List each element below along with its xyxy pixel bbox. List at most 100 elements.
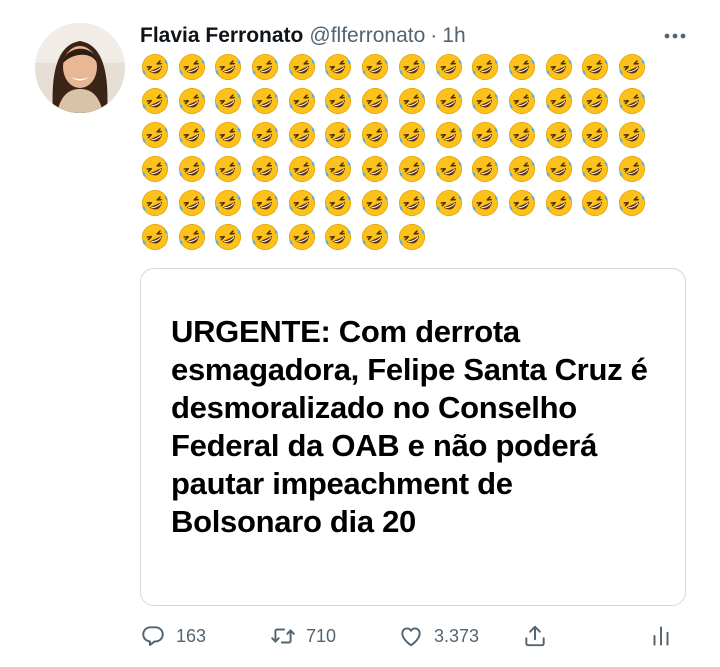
rolling-on-the-floor-laughing-emoji [287,154,324,184]
rolling-on-the-floor-laughing-emoji [140,86,177,116]
tweet-timestamp[interactable]: 1h [442,24,465,48]
rolling-on-the-floor-laughing-emoji [213,154,250,184]
rolling-on-the-floor-laughing-emoji [250,154,287,184]
rolling-on-the-floor-laughing-emoji [140,120,177,150]
rolling-on-the-floor-laughing-emoji [470,154,507,184]
rolling-on-the-floor-laughing-emoji [544,86,581,116]
rolling-on-the-floor-laughing-emoji [544,120,581,150]
rolling-on-the-floor-laughing-emoji [323,222,360,252]
rolling-on-the-floor-laughing-emoji [507,154,544,184]
rolling-on-the-floor-laughing-emoji [397,188,434,218]
rolling-on-the-floor-laughing-emoji [360,120,397,150]
rolling-on-the-floor-laughing-emoji [580,154,617,184]
rolling-on-the-floor-laughing-emoji [177,188,214,218]
rolling-on-the-floor-laughing-emoji [544,154,581,184]
retweet-count: 710 [306,625,337,646]
rolling-on-the-floor-laughing-emoji [250,120,287,150]
rolling-on-the-floor-laughing-emoji [177,86,214,116]
rolling-on-the-floor-laughing-emoji [580,52,617,82]
rolling-on-the-floor-laughing-emoji [360,222,397,252]
rolling-on-the-floor-laughing-emoji [470,52,507,82]
reply-bubble-icon [142,626,164,646]
rolling-on-the-floor-laughing-emoji [617,188,654,218]
rolling-on-the-floor-laughing-emoji [323,52,360,82]
card-headline: URGENTE: Com derrota esmagadora, Felipe … [171,314,648,539]
rolling-on-the-floor-laughing-emoji [434,154,471,184]
rolling-on-the-floor-laughing-emoji [177,222,214,252]
analytics-button[interactable] [648,623,674,649]
share-button[interactable] [522,623,548,649]
rolling-on-the-floor-laughing-emoji [507,188,544,218]
rolling-on-the-floor-laughing-emoji [287,86,324,116]
rolling-on-the-floor-laughing-emoji [544,52,581,82]
rolling-on-the-floor-laughing-emoji [397,52,434,82]
rolling-on-the-floor-laughing-emoji [580,86,617,116]
author-avatar[interactable] [35,23,125,113]
tweet-text-emojis [140,52,660,252]
rolling-on-the-floor-laughing-emoji [360,86,397,116]
rolling-on-the-floor-laughing-emoji [470,86,507,116]
retweet-button[interactable]: 710 [270,623,336,649]
rolling-on-the-floor-laughing-emoji [287,52,324,82]
retweet-icon [271,628,295,644]
tweet-actions: 163 710 3.373 [140,620,680,652]
rolling-on-the-floor-laughing-emoji [250,86,287,116]
rolling-on-the-floor-laughing-emoji [544,188,581,218]
rolling-on-the-floor-laughing-emoji [177,52,214,82]
separator-dot: · [430,24,438,47]
rolling-on-the-floor-laughing-emoji [323,120,360,150]
rolling-on-the-floor-laughing-emoji [580,188,617,218]
heart-icon [401,627,421,647]
rolling-on-the-floor-laughing-emoji [507,86,544,116]
rolling-on-the-floor-laughing-emoji [250,188,287,218]
rolling-on-the-floor-laughing-emoji [397,86,434,116]
rolling-on-the-floor-laughing-emoji [140,52,177,82]
rolling-on-the-floor-laughing-emoji [140,222,177,252]
rolling-on-the-floor-laughing-emoji [617,52,654,82]
rolling-on-the-floor-laughing-emoji [250,222,287,252]
analytics-icon [653,626,669,646]
rolling-on-the-floor-laughing-emoji [507,52,544,82]
rolling-on-the-floor-laughing-emoji [397,222,434,252]
author-name[interactable]: Flavia Ferronato [140,24,303,48]
share-icon [525,625,545,647]
reply-button[interactable]: 163 [140,623,206,649]
rolling-on-the-floor-laughing-emoji [617,120,654,150]
rolling-on-the-floor-laughing-emoji [580,120,617,150]
rolling-on-the-floor-laughing-emoji [470,120,507,150]
rolling-on-the-floor-laughing-emoji [470,188,507,218]
more-options-button[interactable] [660,22,690,50]
link-card[interactable]: URGENTE: Com derrota esmagadora, Felipe … [140,268,686,606]
rolling-on-the-floor-laughing-emoji [213,222,250,252]
author-handle[interactable]: @flferronato [309,24,425,48]
rolling-on-the-floor-laughing-emoji [360,52,397,82]
like-button[interactable]: 3.373 [398,623,479,649]
rolling-on-the-floor-laughing-emoji [434,120,471,150]
rolling-on-the-floor-laughing-emoji [434,188,471,218]
rolling-on-the-floor-laughing-emoji [287,188,324,218]
rolling-on-the-floor-laughing-emoji [360,188,397,218]
rolling-on-the-floor-laughing-emoji [397,120,434,150]
rolling-on-the-floor-laughing-emoji [617,86,654,116]
rolling-on-the-floor-laughing-emoji [213,52,250,82]
rolling-on-the-floor-laughing-emoji [397,154,434,184]
rolling-on-the-floor-laughing-emoji [213,188,250,218]
rolling-on-the-floor-laughing-emoji [140,154,177,184]
rolling-on-the-floor-laughing-emoji [434,86,471,116]
tweet-header: Flavia Ferronato @flferronato · 1h [140,22,690,50]
rolling-on-the-floor-laughing-emoji [213,120,250,150]
rolling-on-the-floor-laughing-emoji [360,154,397,184]
rolling-on-the-floor-laughing-emoji [434,52,471,82]
rolling-on-the-floor-laughing-emoji [617,154,654,184]
rolling-on-the-floor-laughing-emoji [250,52,287,82]
rolling-on-the-floor-laughing-emoji [213,86,250,116]
rolling-on-the-floor-laughing-emoji [323,188,360,218]
reply-count: 163 [176,625,207,646]
rolling-on-the-floor-laughing-emoji [323,154,360,184]
rolling-on-the-floor-laughing-emoji [177,120,214,150]
rolling-on-the-floor-laughing-emoji [177,154,214,184]
rolling-on-the-floor-laughing-emoji [323,86,360,116]
like-count: 3.373 [434,625,480,646]
rolling-on-the-floor-laughing-emoji [287,120,324,150]
rolling-on-the-floor-laughing-emoji [140,188,177,218]
